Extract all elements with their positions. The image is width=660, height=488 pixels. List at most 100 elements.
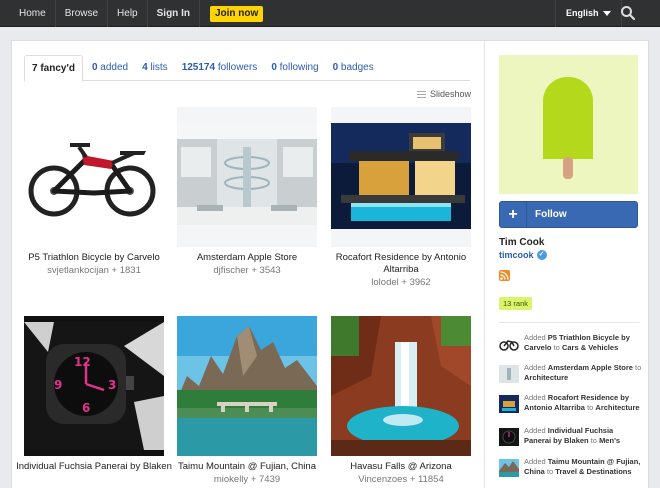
activity-text: Added Taimu Mountain @ Fujian, China to … xyxy=(524,457,642,477)
thing-fancy-count: 7439 xyxy=(259,474,281,485)
tab-count: 7 xyxy=(32,63,38,74)
search-icon[interactable] xyxy=(620,5,636,21)
watch-image[interactable]: 12 9 3 6 xyxy=(24,316,164,456)
mountain-image[interactable] xyxy=(177,316,317,456)
tab-following[interactable]: 0 following xyxy=(264,55,325,80)
thing-meta: miokelly + 7439 xyxy=(213,474,281,485)
activity-mid: to xyxy=(584,403,596,412)
tab-count: 4 xyxy=(142,62,148,73)
activity-list-link[interactable]: Cars & Vehicles xyxy=(562,343,618,352)
tab-label: added xyxy=(100,62,129,73)
tab-label: following xyxy=(279,62,319,73)
follow-button[interactable]: + Follow xyxy=(499,201,638,228)
tab-count: 125174 xyxy=(181,62,216,73)
verified-check-icon: ✓ xyxy=(536,250,547,260)
thing-title[interactable]: Havasu Falls @ Arizona xyxy=(323,461,479,473)
mountain-thumb-icon[interactable] xyxy=(499,459,519,477)
bicycle-image[interactable] xyxy=(24,107,164,247)
activity-mid: to xyxy=(544,467,556,476)
user-handle[interactable]: timcook ✓ xyxy=(499,250,547,260)
thing-meta: Vincenzoes + 11854 xyxy=(358,474,444,485)
svg-text:12: 12 xyxy=(74,355,91,369)
thing-fancy-count: 1831 xyxy=(119,265,141,276)
slideshow-icon xyxy=(417,90,426,98)
activity-prefix: Added xyxy=(524,457,548,466)
user-full-name: Tim Cook xyxy=(499,237,545,248)
activity-divider xyxy=(499,322,639,323)
thing-title[interactable]: P5 Triathlon Bicycle by Carvelo xyxy=(16,252,172,264)
plus-icon: + xyxy=(500,202,527,227)
tab-count: 0 xyxy=(91,62,98,73)
profile-tabs: 7 fancy'd 0 added 4 lists 125174 followe… xyxy=(24,55,470,82)
tab-fancyd[interactable]: 7 fancy'd xyxy=(24,55,83,82)
thing-user[interactable]: djfischer xyxy=(213,265,248,276)
tab-followers[interactable]: 125174 followers xyxy=(175,55,265,80)
activity-list-link[interactable]: Architecture xyxy=(595,403,639,412)
activity-mid: to xyxy=(551,343,562,352)
tab-added[interactable]: 0 added xyxy=(85,55,135,80)
nav-sign-in-link[interactable]: Sign In xyxy=(148,0,200,27)
svg-text:3: 3 xyxy=(108,378,116,392)
thing-title[interactable]: Amsterdam Apple Store xyxy=(169,252,325,264)
thing-fancy-count: 3543 xyxy=(259,265,281,276)
apple-store-thumb-icon[interactable] xyxy=(499,365,519,383)
thing-title[interactable]: Taimu Mountain @ Fujian, China xyxy=(169,461,325,473)
activity-text: Added P5 Triathlon Bicycle by Carvelo to… xyxy=(524,333,642,353)
chevron-down-icon xyxy=(602,11,611,16)
activity-item-link[interactable]: Amsterdam Apple Store xyxy=(548,363,633,372)
tab-label: followers xyxy=(217,62,258,73)
top-navigation-bar: Home Browse Help Sign In Join now Englis… xyxy=(0,0,660,27)
thing-meta: djfischer + 3543 xyxy=(213,265,281,276)
activity-text: Added Individual Fuchsia Panerai by Blak… xyxy=(524,426,642,446)
avatar[interactable] xyxy=(499,55,638,194)
follow-label: Follow xyxy=(535,209,567,220)
nav-browse-link[interactable]: Browse xyxy=(56,0,109,27)
slideshow-link[interactable]: Slideshow xyxy=(417,89,471,99)
nav-help-link[interactable]: Help xyxy=(108,0,148,27)
column-divider xyxy=(484,41,485,488)
activity-list-link[interactable]: Men's xyxy=(599,436,620,445)
thing-user[interactable]: svjetlankocijan xyxy=(47,265,109,276)
activity-prefix: Added xyxy=(524,333,548,342)
house-image[interactable] xyxy=(331,107,471,247)
thing-user[interactable]: miokelly xyxy=(214,474,248,485)
join-now-button[interactable]: Join now xyxy=(209,5,264,22)
thing-title[interactable]: Rocafort Residence by Antonio Altarriba xyxy=(323,252,479,276)
rss-icon[interactable] xyxy=(499,270,510,281)
tab-label: badges xyxy=(340,62,374,73)
tab-count: 0 xyxy=(271,62,277,73)
activity-prefix: Added xyxy=(524,363,548,372)
user-handle-text: timcook xyxy=(499,250,534,260)
house-thumb-icon[interactable] xyxy=(499,395,519,413)
tab-badges[interactable]: 0 badges xyxy=(326,55,381,80)
apple-store-image[interactable] xyxy=(177,107,317,247)
activity-mid: to xyxy=(632,363,642,372)
activity-prefix: Added xyxy=(524,426,548,435)
bicycle-thumb-icon[interactable] xyxy=(499,335,519,353)
rank-badge: 13 rank xyxy=(499,297,533,310)
thing-meta: svjetlankocijan + 1831 xyxy=(47,265,141,276)
activity-text: Added Amsterdam Apple Store to Architect… xyxy=(524,363,642,383)
tab-label: lists xyxy=(150,62,168,73)
activity-mid: to xyxy=(588,436,600,445)
language-label: English xyxy=(566,8,599,18)
thing-user[interactable]: Vincenzoes xyxy=(358,474,407,485)
activity-list-link[interactable]: Travel & Destinations xyxy=(555,467,631,476)
thing-user[interactable]: lolodel xyxy=(371,277,398,288)
svg-text:9: 9 xyxy=(54,378,62,392)
slideshow-label: Slideshow xyxy=(430,89,472,99)
thing-title[interactable]: Individual Fuchsia Panerai by Blaken xyxy=(16,461,172,473)
activity-list-link[interactable]: Architecture xyxy=(524,373,568,382)
tab-lists[interactable]: 4 lists xyxy=(135,55,175,80)
thing-fancy-count: 3962 xyxy=(409,277,431,288)
language-selector[interactable]: English xyxy=(555,0,622,27)
profile-panel: 7 fancy'd 0 added 4 lists 125174 followe… xyxy=(11,40,649,488)
thing-fancy-count: 11854 xyxy=(418,474,444,485)
waterfall-image[interactable] xyxy=(331,316,471,456)
activity-text: Added Rocafort Residence by Antonio Alta… xyxy=(524,393,642,413)
tab-count: 0 xyxy=(332,62,339,73)
watch-thumb-icon[interactable] xyxy=(499,428,519,446)
activity-prefix: Added xyxy=(524,393,548,402)
nav-home-link[interactable]: Home xyxy=(10,0,56,27)
thing-meta: lolodel + 3962 xyxy=(371,277,431,288)
